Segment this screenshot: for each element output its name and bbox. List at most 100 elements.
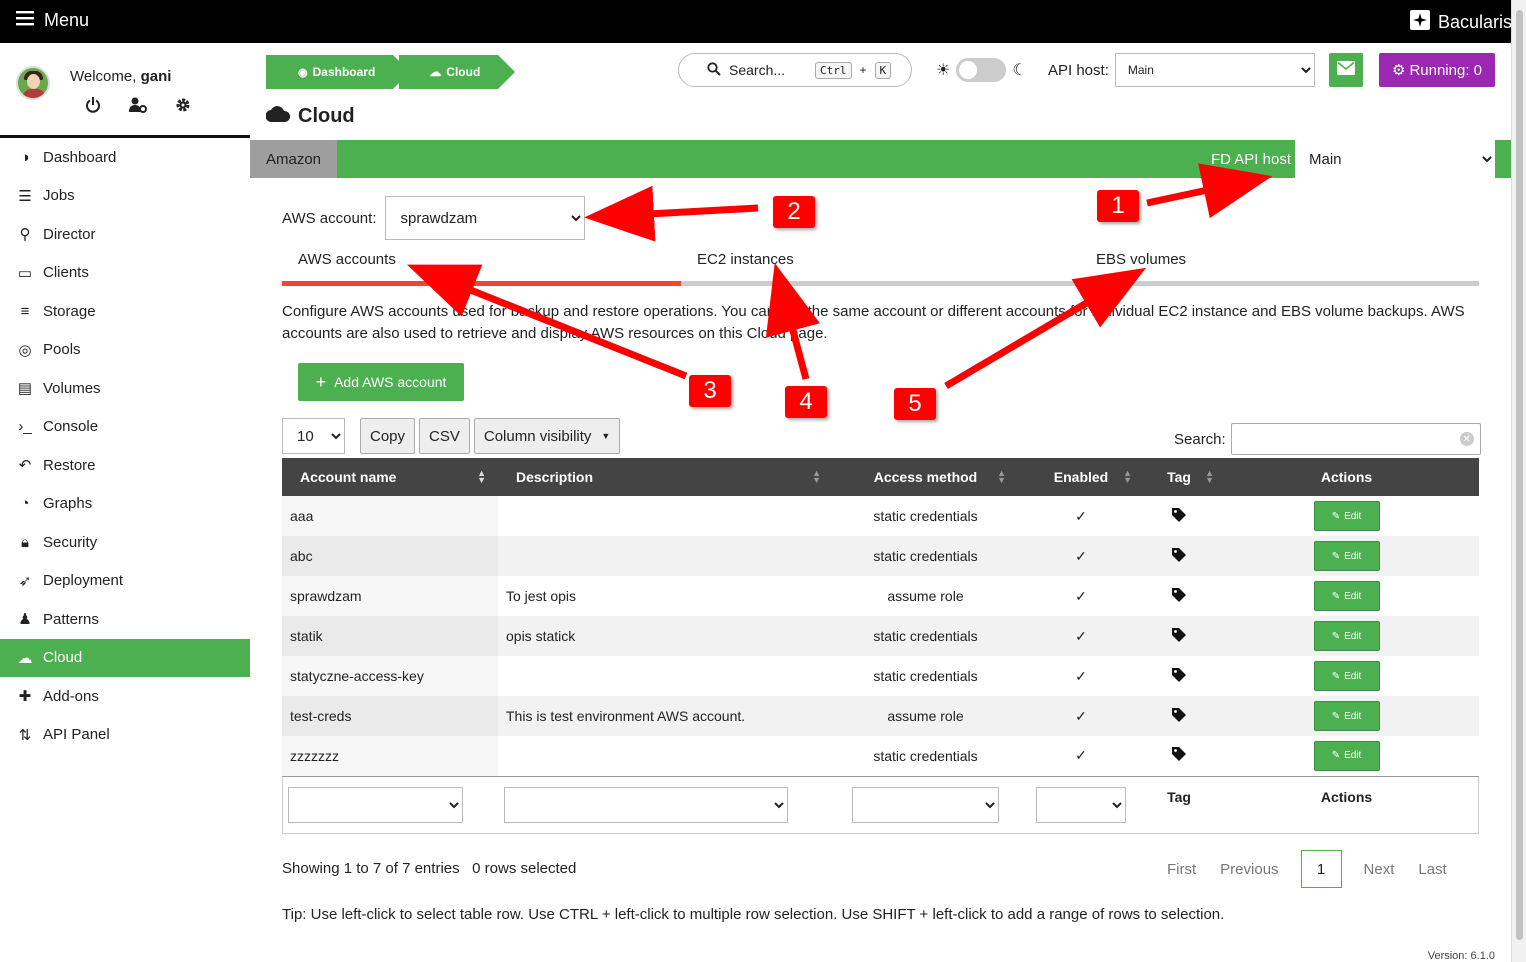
sidebar-item-label: Storage — [43, 302, 96, 320]
menu-button[interactable]: Menu — [16, 10, 89, 31]
running-jobs-button[interactable]: ⚙ Running: 0 — [1379, 53, 1495, 87]
sidebar-item-storage[interactable]: ≡ Storage — [0, 292, 250, 331]
sidebar-item-add-ons[interactable]: ✚ Add-ons — [0, 677, 250, 716]
page-size-select[interactable]: 10 — [282, 418, 345, 454]
edit-button[interactable]: ✎ Edit — [1313, 541, 1380, 571]
col-description[interactable]: Description ▲ ▼ — [498, 458, 833, 496]
page-previous[interactable]: Previous — [1208, 861, 1290, 878]
cell-tag[interactable] — [1144, 736, 1214, 776]
sidebar-item-volumes[interactable]: ▤ Volumes — [0, 369, 250, 408]
col-account-name[interactable]: Account name ▲ ▼ — [282, 458, 498, 496]
sidebar-item-pools[interactable]: ◎ Pools — [0, 331, 250, 370]
filter-description[interactable] — [504, 786, 788, 823]
page-scrollbar[interactable] — [1511, 0, 1526, 962]
edit-button[interactable]: ✎ Edit — [1313, 701, 1380, 731]
page-last[interactable]: Last — [1406, 861, 1458, 878]
sidebar-item-jobs[interactable]: ☰ Jobs — [0, 177, 250, 216]
col-enabled[interactable]: Enabled ▲ ▼ — [1018, 458, 1144, 496]
theme-toggle[interactable] — [956, 58, 1007, 82]
copy-button[interactable]: Copy — [360, 418, 416, 454]
col-access-method[interactable]: Access method ▲ ▼ — [833, 458, 1018, 496]
global-search[interactable]: Search... Ctrl + K — [678, 53, 912, 87]
tag-icon[interactable] — [1171, 707, 1187, 726]
table-row[interactable]: statik opis statick static credentials ✓ ✎ Ed… — [282, 616, 1479, 656]
user-settings-icon[interactable] — [129, 97, 147, 118]
gear-icon[interactable] — [175, 97, 191, 118]
sidebar-item-clients[interactable]: ▭ Clients — [0, 254, 250, 293]
scrollbar-thumb[interactable] — [1516, 10, 1523, 940]
user-name: gani — [140, 68, 172, 85]
tag-icon[interactable] — [1171, 507, 1187, 526]
edit-button[interactable]: ✎ Edit — [1313, 661, 1380, 691]
cell-access-method: static credentials — [873, 747, 978, 764]
breadcrumb-cloud[interactable]: ☁ Cloud — [399, 55, 516, 89]
table-row[interactable]: statyczne-access-key static credentials ✓ ✎… — [282, 656, 1479, 696]
tag-icon[interactable] — [1171, 547, 1187, 566]
filter-account-name[interactable] — [288, 786, 463, 823]
table-row[interactable]: zzzzzzz static credentials ✓ ✎ Edit — [282, 736, 1479, 776]
tag-icon[interactable] — [1171, 587, 1187, 606]
power-icon[interactable] — [85, 97, 101, 118]
filter-access-method[interactable] — [852, 786, 999, 823]
tag-icon[interactable] — [1171, 747, 1187, 765]
breadcrumb-dashboard[interactable]: ◉ Dashboard — [266, 55, 411, 89]
column-visibility-button[interactable]: Column visibility ▼ — [473, 418, 621, 454]
sidebar-item-label: Jobs — [43, 187, 75, 205]
messages-button[interactable] — [1329, 53, 1363, 87]
cell-tag[interactable] — [1144, 696, 1214, 736]
cell-tag[interactable] — [1144, 616, 1214, 656]
sidebar-item-api-panel[interactable]: ⇅ API Panel — [0, 716, 250, 755]
cell-tag[interactable] — [1144, 576, 1214, 616]
page-first[interactable]: First — [1155, 861, 1208, 878]
sidebar-item-console[interactable]: ›_ Console — [0, 408, 250, 447]
tab-aws-accounts[interactable]: AWS accounts — [282, 248, 681, 286]
filter-enabled[interactable] — [1036, 786, 1126, 823]
cell-tag[interactable] — [1144, 536, 1214, 576]
tag-icon[interactable] — [1171, 627, 1187, 646]
theme-switch[interactable]: ☀ ☾ — [936, 58, 1027, 82]
aws-account-select[interactable]: sprawdzam — [385, 196, 586, 240]
tab-ebs-volumes[interactable]: EBS volumes — [1080, 248, 1479, 281]
cell-access-method: static credentials — [873, 548, 978, 564]
tab-ec2-instances[interactable]: EC2 instances — [681, 248, 1080, 281]
restore-icon: ↶ — [18, 457, 32, 475]
csv-button[interactable]: CSV — [419, 418, 470, 454]
cell-tag[interactable] — [1144, 656, 1214, 696]
tag-icon[interactable] — [1171, 667, 1187, 686]
table-row[interactable]: abc static credentials ✓ ✎ Edit — [282, 536, 1479, 576]
sidebar-item-dashboard[interactable]: ◑ Dashboard — [0, 138, 250, 177]
edit-button[interactable]: ✎ Edit — [1313, 581, 1380, 611]
cell-actions: ✎ Edit — [1214, 616, 1479, 656]
api-host-select[interactable]: Main — [1114, 53, 1315, 87]
sidebar-item-label: Security — [43, 533, 98, 551]
add-aws-account-button[interactable]: + Add AWS account — [298, 363, 464, 401]
page-next[interactable]: Next — [1352, 861, 1407, 878]
sidebar-item-label: Clients — [43, 264, 89, 282]
sidebar-item-patterns[interactable]: ♟ Patterns — [0, 600, 250, 639]
page-current[interactable]: 1 — [1300, 850, 1342, 888]
edit-button[interactable]: ✎ Edit — [1313, 621, 1380, 651]
edit-button[interactable]: ✎ Edit — [1313, 740, 1380, 771]
col-tag[interactable]: Tag ▲ ▼ — [1144, 458, 1214, 496]
table-row[interactable]: sprawdzam To jest opis assume role ✓ ✎ Edit — [282, 576, 1479, 616]
fd-api-host-select[interactable]: Main — [1295, 140, 1495, 178]
cell-account-name: abc — [282, 536, 498, 576]
main-content: ◉ Dashboard ☁ Cloud Search... Ctrl + K ☀ ☾… — [250, 43, 1511, 962]
sidebar-item-graphs[interactable]: ◔ Graphs — [0, 485, 250, 524]
tab-amazon[interactable]: Amazon — [250, 140, 337, 178]
cloud-icon: ☁ — [429, 65, 442, 79]
table-row[interactable]: aaa static credentials ✓ ✎ Edit — [282, 496, 1479, 536]
annotation-badge-3: 3 — [689, 375, 731, 407]
cell-tag[interactable] — [1144, 496, 1214, 536]
sidebar-item-deployment[interactable]: ➶ Deployment — [0, 562, 250, 601]
table-row[interactable]: test-creds This is test environment AWS a… — [282, 696, 1479, 736]
sidebar-item-director[interactable]: ⚲ Director — [0, 215, 250, 254]
welcome-text: Welcome, gani — [70, 68, 171, 85]
table-search-input[interactable]: ✕ — [1230, 423, 1481, 455]
clear-icon[interactable]: ✕ — [1459, 432, 1474, 446]
edit-label: Edit — [1344, 670, 1362, 682]
edit-button[interactable]: ✎ Edit — [1313, 501, 1380, 531]
sidebar-item-restore[interactable]: ↶ Restore — [0, 446, 250, 485]
sidebar-item-security[interactable]: 🔒︎ Security — [0, 523, 250, 562]
sidebar-item-cloud[interactable]: ☁ Cloud — [0, 638, 250, 677]
